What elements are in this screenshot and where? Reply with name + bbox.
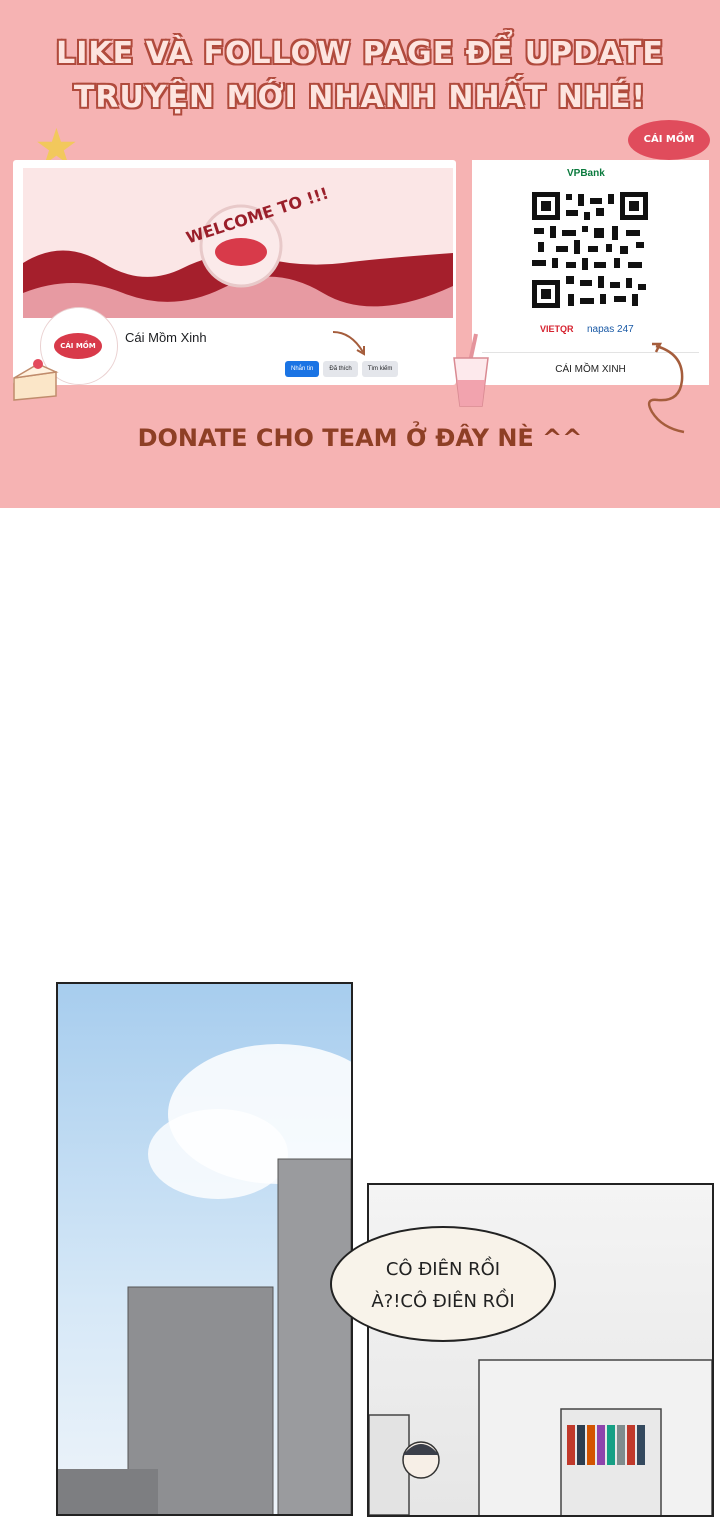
facebook-action-buttons: Nhắn tin Đã thích Tìm kiếm (285, 361, 399, 377)
comic-panel-sky (56, 982, 353, 1516)
bank-logo: VPBank (567, 168, 605, 179)
search-button[interactable]: Tìm kiếm (361, 361, 399, 377)
facebook-page-name[interactable]: Cái Mồm Xinh (125, 330, 207, 345)
lips-sticker: CÁI MỒM XINH (628, 120, 710, 185)
donate-caption: DONATE CHO TEAM Ở ĐÂY NÈ ^^ (137, 424, 583, 452)
cover-waves-graphic (23, 204, 453, 318)
bubble-tea-icon (453, 333, 489, 407)
message-button[interactable]: Nhắn tin (285, 361, 320, 377)
banner-headline-line1: LIKE VÀ FOLLOW PAGE ĐỂ UPDATE (56, 36, 664, 71)
comic-city-artwork (58, 1044, 351, 1514)
speech-bubble-line2: À?!CÔ ĐIÊN RỒI (371, 1291, 515, 1312)
liked-button[interactable]: Đã thích (323, 361, 358, 377)
napas-logo: napas 247 (587, 324, 634, 335)
arrow-icon (332, 331, 365, 356)
avatar-lips: CÁI MỒM XINH (54, 333, 102, 376)
speech-bubble-text: CÔ ĐIÊN RỒI À?!CÔ ĐIÊN RỒI (332, 1254, 554, 1318)
banner-headline-line2: TRUYỆN MỚI NHANH NHẤT NHÉ! (73, 80, 647, 115)
speech-bubble: CÔ ĐIÊN RỒI À?!CÔ ĐIÊN RỒI (330, 1226, 556, 1342)
vietqr-logo: VIETQR (540, 324, 574, 334)
facebook-cover-image: WELCOME TO !!! (23, 168, 453, 318)
qr-code-image (530, 190, 650, 310)
speech-bubble-line1: CÔ ĐIÊN RỒI (385, 1259, 501, 1280)
facebook-page-preview[interactable]: WELCOME TO !!! CÁI MỒM XINH Cái Mồm Xinh… (13, 160, 456, 385)
promo-banner: LIKE VÀ FOLLOW PAGE ĐỂ UPDATE TRUYỆN MỚI… (0, 0, 720, 508)
cake-icon (13, 359, 59, 401)
